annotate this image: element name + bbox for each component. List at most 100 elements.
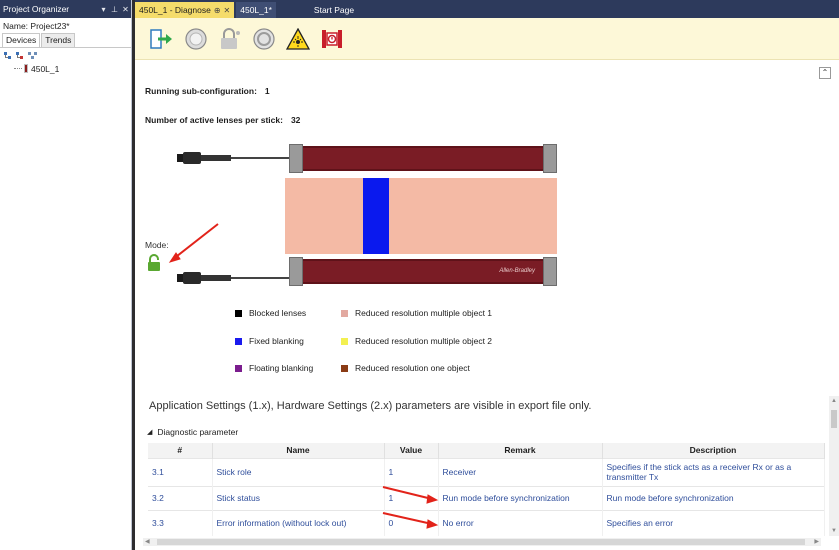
transmitter-stick: [303, 146, 545, 171]
project-organizer-panel: Project Organizer ▾ ⊥ ✕ Name: Project23*…: [0, 0, 132, 550]
cell-name: Stick status: [212, 485, 385, 510]
diagnostic-parameter-table: # Name Value Remark Description 3.1 Stic…: [148, 443, 825, 536]
cable-top: [177, 152, 289, 164]
cell-description: Specifies an error: [602, 509, 825, 536]
legend-label: Floating blanking: [249, 363, 314, 373]
cell-name: Stick role: [212, 457, 385, 486]
column-header-value[interactable]: Value: [384, 443, 439, 458]
vertical-scrollbar[interactable]: ▲ ▼: [829, 396, 839, 536]
tree-item-label: 450L_1: [31, 63, 60, 74]
tab-start-page-label: Start Page: [313, 5, 355, 15]
tab-device-label: 450L_1*: [240, 5, 272, 15]
cell-name: Error information (without lock out): [212, 509, 385, 536]
diagnostic-parameter-group[interactable]: ◢ Diagnostic parameter: [147, 427, 238, 437]
close-icon[interactable]: ✕: [120, 5, 131, 14]
legend-label: Blocked lenses: [249, 308, 307, 318]
tab-diagnose-label: 450L_1 - Diagnose: [139, 5, 211, 15]
panel-menu-icon[interactable]: ▾: [98, 5, 109, 14]
legend-item-fixed: Fixed blanking: [235, 336, 304, 346]
column-header-num[interactable]: #: [148, 443, 213, 458]
legend-label: Reduced resolution multiple object 2: [355, 336, 493, 346]
document-tab-strip: 450L_1 - Diagnose ⊕ ✕ 450L_1* Start Page: [135, 0, 839, 18]
cell-remark: No error: [438, 509, 603, 536]
cell-value: 1: [384, 457, 439, 486]
table-header-row: # Name Value Remark Description: [148, 443, 825, 458]
legend-label: Fixed blanking: [249, 336, 304, 346]
go-online-icon: [149, 28, 172, 49]
sub-configuration-label: Running sub-configuration:: [145, 86, 257, 96]
table-row[interactable]: 3.2 Stick status 1 Run mode before synch…: [148, 485, 825, 510]
tab-start-page[interactable]: Start Page: [310, 2, 358, 18]
endcap-top-left: [289, 144, 303, 173]
endcap-bottom-right: [543, 257, 557, 286]
cell-remark: Run mode before synchronization: [438, 485, 603, 510]
collapse-triangle-icon[interactable]: ◢: [147, 428, 152, 436]
cable-bottom: [177, 272, 289, 284]
cell-num: 3.3: [148, 509, 213, 536]
scroll-left-icon[interactable]: ◀: [145, 538, 150, 545]
remove-device-icon[interactable]: [15, 51, 24, 60]
device-alert-button[interactable]: [318, 25, 345, 52]
tab-pin-icon[interactable]: ⊕: [214, 6, 221, 15]
cell-value: 0: [384, 509, 439, 536]
reset-button[interactable]: [250, 25, 277, 52]
cell-num: 3.1: [148, 457, 213, 486]
legend-swatch: [341, 364, 348, 372]
active-lenses-value: 32: [290, 115, 301, 125]
export-note: Application Settings (1.x), Hardware Set…: [149, 400, 592, 412]
scroll-up-icon[interactable]: ▲: [831, 398, 837, 404]
tree-item-device[interactable]: 450L_1: [0, 63, 131, 74]
table-row[interactable]: 3.1 Stick role 1 Receiver Specifies if t…: [148, 457, 825, 486]
lock-button[interactable]: [216, 25, 243, 52]
circle-ring-icon: [252, 27, 275, 50]
network-icon[interactable]: [27, 51, 38, 60]
project-name: Name: Project23*: [3, 21, 70, 31]
tab-close-icon[interactable]: ✕: [224, 6, 231, 15]
diagnose-document: ⌃ Running sub-configuration: 1 Number of …: [135, 18, 839, 550]
sub-configuration-info: Running sub-configuration: 1: [145, 86, 270, 96]
legend-label: Reduced resolution one object: [355, 363, 470, 373]
tab-device[interactable]: 450L_1*: [236, 2, 276, 18]
tab-devices[interactable]: Devices: [2, 33, 41, 47]
collapse-button[interactable]: ⌃: [819, 67, 831, 79]
tab-trends[interactable]: Trends: [41, 33, 76, 47]
legend-label: Reduced resolution multiple object 1: [355, 308, 493, 318]
column-header-name[interactable]: Name: [212, 443, 385, 458]
column-header-remark[interactable]: Remark: [438, 443, 603, 458]
circle-off-icon: [184, 27, 207, 50]
laser-warning-button[interactable]: [284, 25, 311, 52]
mode-label: Mode:: [145, 240, 169, 250]
organizer-toolbar: [0, 49, 131, 61]
disconnect-button[interactable]: [182, 25, 209, 52]
table-row[interactable]: 3.3 Error information (without lock out)…: [148, 509, 825, 536]
diagnostic-parameter-label: Diagnostic parameter: [157, 427, 239, 437]
fixed-blanking-zone: [363, 178, 389, 254]
diagnose-toolbar: [135, 18, 839, 60]
pin-icon[interactable]: ⊥: [109, 5, 120, 14]
legend-swatch: [341, 337, 348, 345]
legend: Blocked lenses Fixed blanking Floating b…: [235, 308, 555, 373]
cell-value: 1: [384, 485, 439, 510]
legend-item-floating: Floating blanking: [235, 363, 313, 373]
add-device-icon[interactable]: [3, 51, 12, 60]
device-alert-icon: [321, 29, 342, 48]
active-lenses-label: Number of active lenses per stick:: [145, 115, 283, 125]
horizontal-scrollbar[interactable]: ◀ ▶: [143, 538, 821, 546]
endcap-bottom-left: [289, 257, 303, 286]
cell-num: 3.2: [148, 485, 213, 510]
cell-remark: Receiver: [438, 457, 603, 486]
receiver-stick: Allen-Bradley: [303, 259, 545, 284]
tab-diagnose[interactable]: 450L_1 - Diagnose ⊕ ✕: [135, 2, 235, 18]
legend-swatch: [235, 337, 242, 345]
vertical-scroll-thumb[interactable]: [831, 410, 837, 428]
light-beam-field: [285, 178, 557, 254]
legend-item-blocked: Blocked lenses: [235, 308, 306, 318]
scroll-right-icon[interactable]: ▶: [814, 538, 819, 545]
scroll-down-icon[interactable]: ▼: [831, 528, 837, 534]
organizer-tabs: Devices Trends: [0, 33, 131, 48]
laser-warning-icon: [285, 27, 310, 50]
column-header-description[interactable]: Description: [602, 443, 825, 458]
go-online-button[interactable]: [148, 25, 175, 52]
horizontal-scroll-thumb[interactable]: [157, 539, 805, 545]
active-lenses-info: Number of active lenses per stick: 32: [145, 115, 300, 125]
